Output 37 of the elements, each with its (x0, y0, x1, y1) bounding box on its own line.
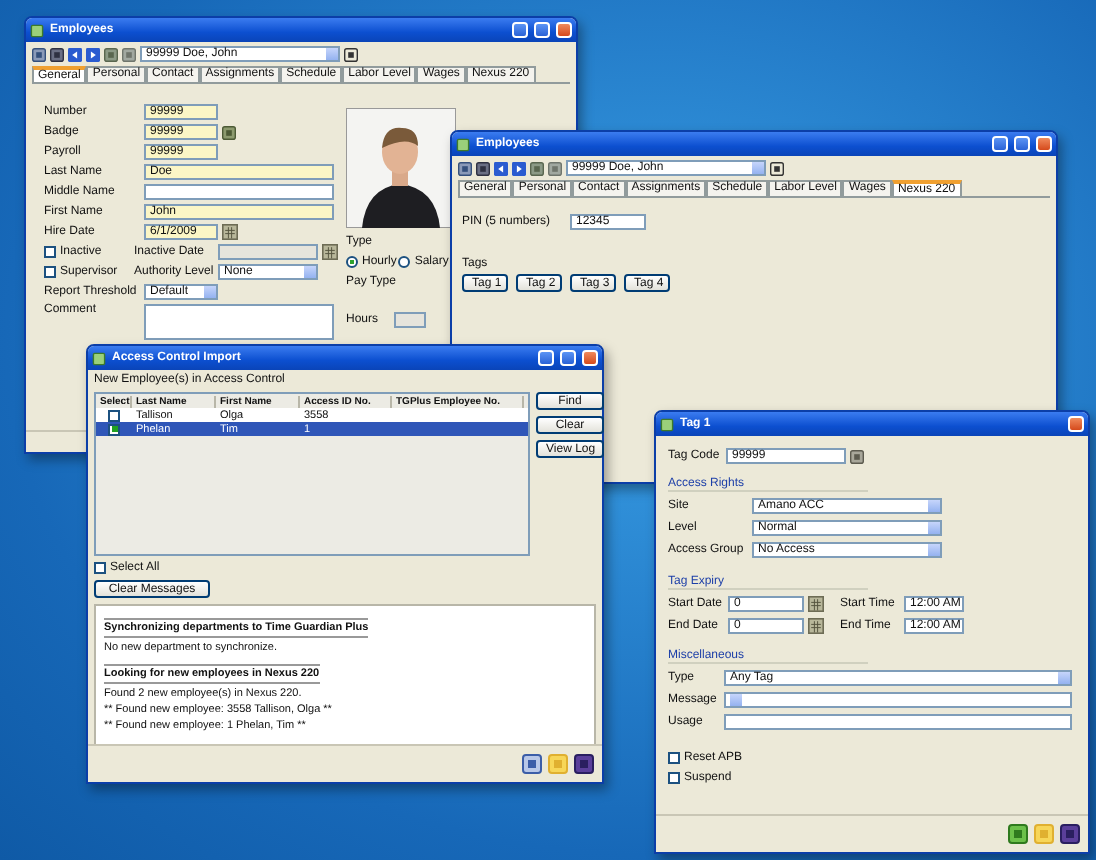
previous-icon[interactable] (494, 161, 508, 175)
app-icon (660, 417, 674, 431)
maximize-button[interactable] (560, 350, 576, 366)
minimize-button[interactable] (512, 22, 528, 38)
close-button[interactable] (556, 22, 572, 38)
close-button[interactable] (1036, 136, 1052, 152)
calendar-icon[interactable] (808, 618, 824, 634)
next-icon[interactable] (512, 161, 526, 175)
next-icon[interactable] (86, 47, 100, 61)
checkbox[interactable] (108, 409, 120, 421)
hours-field[interactable] (394, 312, 426, 328)
comment-field[interactable] (144, 304, 334, 340)
text-field[interactable] (144, 184, 334, 200)
checkbox[interactable] (108, 423, 120, 435)
calendar-icon[interactable] (322, 244, 338, 260)
calendar-icon[interactable] (222, 224, 238, 240)
minimize-button[interactable] (538, 350, 554, 366)
checkbox[interactable] (668, 752, 680, 764)
maximize-button[interactable] (534, 22, 550, 38)
radio-button[interactable] (346, 256, 358, 268)
app-icon (30, 23, 44, 37)
dropdown-field[interactable] (724, 692, 1072, 708)
checkbox[interactable] (668, 772, 680, 784)
radio-button[interactable] (398, 256, 411, 268)
calendar-icon[interactable] (808, 596, 824, 612)
checkbox[interactable] (94, 562, 106, 574)
close-button[interactable] (582, 350, 598, 366)
app-icon (456, 137, 470, 151)
maximize-button[interactable] (1014, 136, 1030, 152)
previous-icon[interactable] (68, 47, 82, 61)
text-field[interactable] (724, 714, 1072, 730)
close-button[interactable] (1068, 416, 1084, 432)
date-field[interactable] (218, 244, 318, 260)
app-icon (92, 351, 106, 365)
checkbox[interactable] (44, 246, 56, 258)
minimize-button[interactable] (992, 136, 1008, 152)
checkbox[interactable] (44, 266, 56, 278)
